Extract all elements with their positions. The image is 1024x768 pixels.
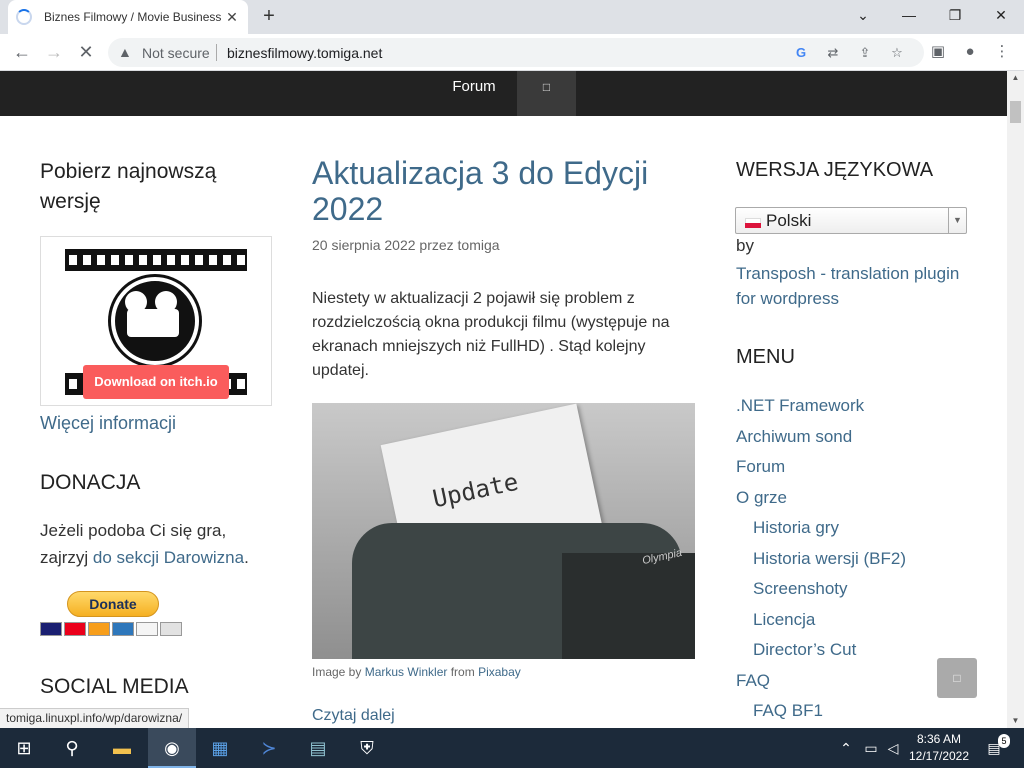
post-meta: 20 sierpnia 2022 przez tomiga	[312, 237, 500, 253]
tab-strip: Biznes Filmowy / Movie Business ✕ + ⌄ — …	[0, 0, 1024, 34]
post-excerpt: Niestety w aktualizacji 2 pojawił się pr…	[312, 290, 670, 379]
notepad-icon[interactable]: ▤	[294, 728, 342, 768]
menu-item[interactable]: .NET Framework	[736, 391, 996, 422]
google-lens-icon[interactable]: G	[792, 44, 810, 62]
itch-widget[interactable]: Download on itch.io	[40, 236, 272, 406]
bookmark-star-icon[interactable]: ☆	[888, 44, 906, 62]
menu-item[interactable]: Forum	[736, 452, 996, 483]
image-caption: Image by Markus Winkler from Pixabay	[312, 665, 521, 679]
menu-item[interactable]: Licencja	[736, 605, 996, 636]
transposh-link[interactable]: Transposh - translation plugin for wordp…	[736, 261, 966, 311]
control-panel-icon[interactable]: ▦	[196, 728, 244, 768]
itch-download-button[interactable]: Download on itch.io	[83, 365, 229, 399]
site-top-nav: Forum □	[0, 71, 1007, 116]
windows-security-icon[interactable]: ⛨	[343, 728, 391, 768]
scroll-to-top-button[interactable]: □	[937, 658, 977, 698]
volume-muted-icon[interactable]: ◁	[884, 728, 902, 768]
windows-taskbar: ⊞ ⚲ ▬ ◉ ▦ ≻ ▤ ⛨ ⌃ ▭ ◁ 8:36 AM 12/17/2022…	[0, 728, 1024, 768]
browser-menu-icon[interactable]: ⋮	[992, 42, 1012, 62]
address-bar[interactable]: ▲ Not secure biznesfilmowy.tomiga.net G …	[108, 38, 924, 67]
page-scrollbar[interactable]: ▲ ▼	[1007, 71, 1024, 728]
side-panel-icon[interactable]: ▣	[928, 42, 948, 62]
translate-icon[interactable]: ⇄	[824, 44, 842, 62]
read-more-link[interactable]: Czytaj dalej	[312, 707, 395, 725]
start-button-windows-icon[interactable]: ⊞	[0, 728, 48, 768]
profile-avatar-icon[interactable]: ●	[960, 42, 980, 62]
tab-title: Biznes Filmowy / Movie Business	[44, 10, 222, 24]
scroll-thumb[interactable]	[1010, 101, 1021, 123]
discover-icon	[136, 622, 158, 636]
back-button[interactable]: ←	[10, 40, 34, 64]
menu-item[interactable]: Archiwum sond	[736, 422, 996, 453]
restore-button[interactable]: ❐	[941, 4, 969, 26]
file-explorer-icon[interactable]: ▬	[98, 728, 146, 768]
post-image[interactable]: Update Olympia	[312, 403, 695, 659]
notification-count-badge: 5	[998, 734, 1010, 748]
menu-item[interactable]: O grze	[736, 483, 996, 514]
nav-search-icon[interactable]: □	[517, 71, 576, 116]
system-clock[interactable]: 8:36 AM 12/17/2022	[905, 731, 973, 765]
forward-button[interactable]: →	[42, 40, 66, 64]
visa-icon	[40, 622, 62, 636]
omnibox-divider	[216, 44, 217, 61]
status-bar-url: tomiga.linuxpl.info/wp/darowizna/	[0, 708, 190, 728]
language-value: Polski	[766, 211, 812, 230]
maestro-icon	[88, 622, 110, 636]
download-widget-title: Pobierz najnowszą wersję	[40, 160, 217, 213]
clock-time: 8:36 AM	[916, 732, 962, 746]
image-word: Update	[430, 467, 521, 514]
browser-toolbar: ← → ✕ ▲ Not secure biznesfilmowy.tomiga.…	[0, 34, 1024, 71]
mastercard-icon	[64, 622, 86, 636]
camera-icon	[111, 277, 199, 365]
page-viewport: Forum □ Pobierz najnowszą wersję Downloa…	[0, 71, 1007, 728]
new-tab-button[interactable]: +	[258, 6, 280, 28]
menu-item[interactable]: Historia gry	[736, 513, 996, 544]
amex-icon	[112, 622, 134, 636]
search-icon[interactable]: ⚲	[48, 728, 96, 768]
scroll-up-arrow-icon[interactable]: ▲	[1007, 71, 1024, 85]
clock-date: 12/17/2022	[908, 749, 970, 763]
payment-cards	[40, 622, 182, 636]
donation-title: DONACJA	[40, 471, 141, 494]
poland-flag-icon	[745, 218, 761, 228]
menu-item[interactable]: Screenshoty	[736, 574, 996, 605]
scroll-down-arrow-icon[interactable]: ▼	[1007, 714, 1024, 728]
chevron-down-icon: ▼	[948, 208, 966, 233]
jcb-icon	[160, 622, 182, 636]
minimize-button[interactable]: —	[895, 4, 923, 26]
author-link[interactable]: Markus Winkler	[365, 665, 448, 679]
network-icon[interactable]: ▭	[862, 728, 880, 768]
close-window-button[interactable]: ✕	[987, 4, 1015, 26]
menu-title: MENU	[736, 346, 795, 368]
language-select[interactable]: Polski ▼	[735, 207, 967, 234]
nav-forum-link[interactable]: Forum	[446, 71, 502, 116]
tab-close-icon[interactable]: ✕	[224, 9, 240, 25]
donation-link[interactable]: do sekcji Darowizna	[93, 548, 244, 567]
tab-search-icon[interactable]: ⌄	[849, 4, 877, 26]
stop-loading-button[interactable]: ✕	[74, 40, 98, 64]
pixabay-link[interactable]: Pixabay	[478, 665, 521, 679]
loading-spinner-icon	[16, 9, 32, 25]
chrome-icon[interactable]: ◉	[148, 728, 196, 768]
paypal-donate-button[interactable]: Donate	[67, 591, 159, 617]
language-widget-title: WERSJA JĘZYKOWA	[736, 159, 934, 181]
more-info-link[interactable]: Więcej informacji	[40, 413, 176, 434]
share-icon[interactable]: ⇪	[856, 44, 874, 62]
social-media-title: SOCIAL MEDIA	[40, 675, 189, 698]
tray-chevron-up-icon[interactable]: ⌃	[838, 728, 854, 768]
by-label: by	[736, 236, 754, 255]
browser-tab[interactable]: Biznes Filmowy / Movie Business ✕	[8, 0, 248, 34]
security-label[interactable]: Not secure	[142, 45, 210, 61]
donation-text: Jeżeli podoba Ci się gra, zajrzyj do sek…	[40, 521, 249, 567]
warning-icon[interactable]: ▲	[118, 44, 132, 60]
menu-item[interactable]: Historia wersji (BF2)	[736, 544, 996, 575]
post-title[interactable]: Aktualizacja 3 do Edycji 2022	[312, 155, 692, 227]
url-text[interactable]: biznesfilmowy.tomiga.net	[227, 45, 382, 61]
powershell-icon[interactable]: ≻	[245, 728, 293, 768]
film-strip-top	[65, 249, 247, 271]
menu-item[interactable]: FAQ BF1	[736, 696, 996, 727]
